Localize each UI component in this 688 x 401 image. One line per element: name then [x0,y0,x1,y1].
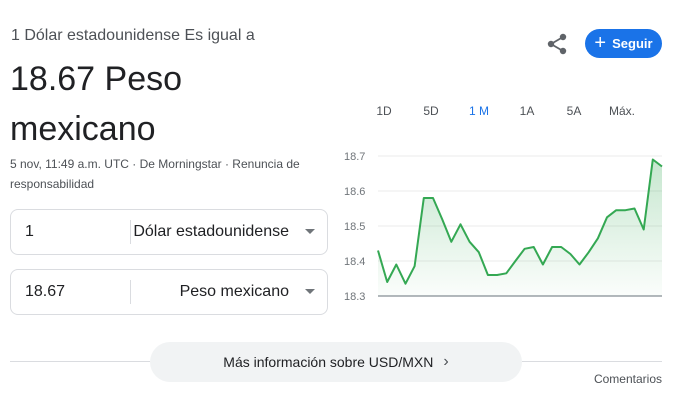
y-tick-label: 18.4 [344,256,365,268]
range-tab-1d[interactable]: 1D [376,100,391,122]
from-currency-box: Dólar estadounidense [10,209,328,255]
follow-label: Seguir [612,36,653,51]
price-chart[interactable]: 18.7 18.6 18.5 18.4 18.3 [340,140,670,310]
more-info-label: Más información sobre USD/MXN [223,354,434,370]
input-divider [130,280,131,304]
range-tab-5d[interactable]: 5D [423,100,438,122]
input-divider [130,220,131,244]
y-tick-label: 18.5 [344,221,365,233]
from-amount-input[interactable] [25,210,125,254]
more-info-button[interactable]: Más información sobre USD/MXN › [150,342,522,382]
conversion-result: 18.67 Peso mexicano [10,60,183,148]
y-tick-label: 18.3 [344,291,365,303]
y-tick-label: 18.6 [344,186,365,198]
chevron-down-icon[interactable] [305,229,315,234]
time-range-tabs: 1D 5D 1 M 1A 5A Máx. [360,100,660,122]
range-tab-1a[interactable]: 1A [520,100,535,122]
follow-button[interactable]: + Seguir [585,29,662,58]
source-meta: 5 nov, 11:49 a.m. UTC · De Morningstar ·… [10,157,300,191]
result-subtitle: 1 Dólar estadounidense Es igual a [11,27,255,44]
range-tab-max[interactable]: Máx. [609,100,635,122]
chart-svg: 18.7 18.6 18.5 18.4 18.3 [344,151,663,303]
share-icon [547,33,567,55]
to-currency-box: Peso mexicano [10,269,328,315]
plus-icon: + [594,31,607,54]
to-currency-select[interactable]: Peso mexicano [180,270,289,314]
from-currency-select[interactable]: Dólar estadounidense [133,210,289,254]
divider-right [522,361,662,362]
chevron-right-icon: › [443,353,449,370]
y-tick-label: 18.7 [344,151,365,163]
chevron-down-icon[interactable] [305,289,315,294]
range-tab-5a[interactable]: 5A [567,100,582,122]
comments-link[interactable]: Comentarios [594,372,662,386]
range-tab-1m[interactable]: 1 M [469,100,489,122]
share-button[interactable] [545,33,569,55]
divider-left [10,361,150,362]
to-amount-input[interactable] [25,270,125,314]
